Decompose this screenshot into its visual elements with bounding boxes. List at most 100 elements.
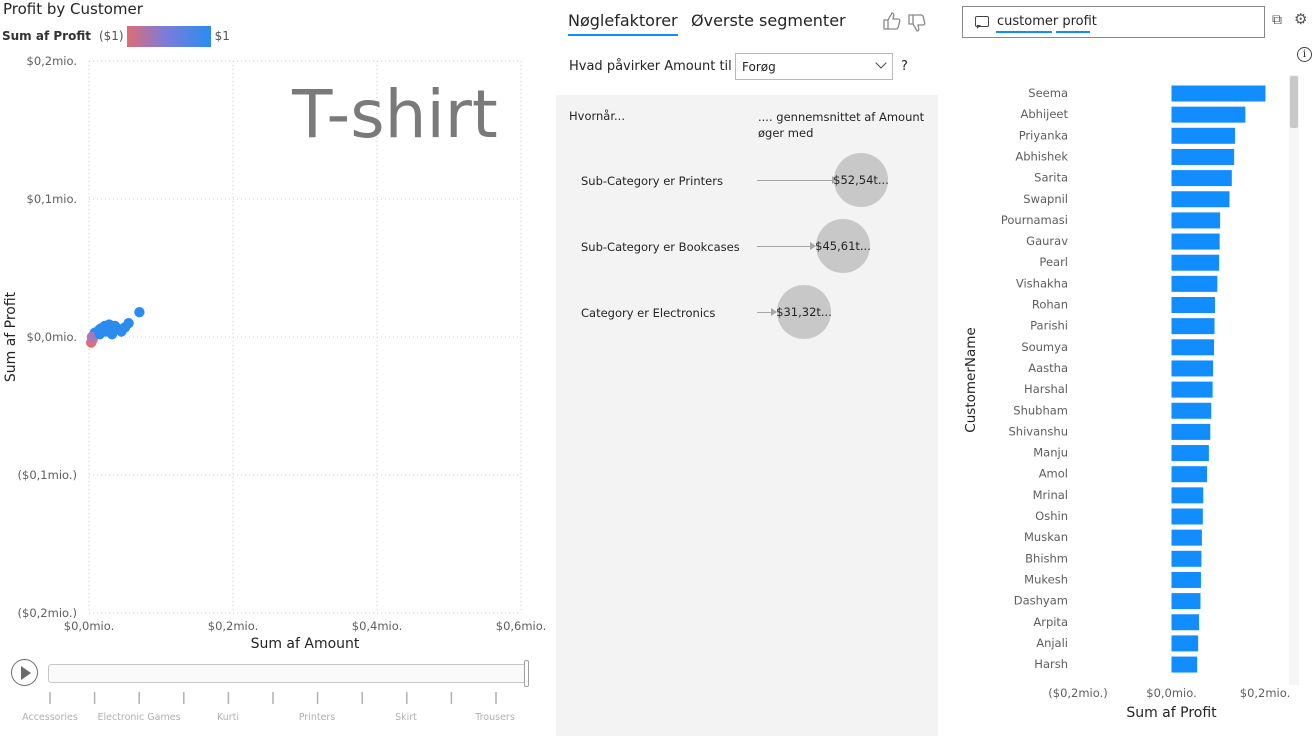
qa-query-text[interactable]: customer profit: [997, 14, 1097, 29]
y-tick-label: $0,1mio.: [27, 192, 78, 206]
category-label: Vishakha: [1016, 276, 1068, 290]
influencer-arrow: [757, 246, 813, 247]
turn-into-visual-icon[interactable]: ⧉: [1272, 12, 1282, 28]
x-tick-label: $0,4mio.: [352, 619, 403, 633]
influencer-bubble[interactable]: $31,32t...: [777, 285, 831, 339]
bar: [1171, 212, 1221, 229]
dropdown-value: Forøg: [742, 60, 776, 74]
scrollbar-thumb[interactable]: [1290, 76, 1298, 128]
category-label: Shubham: [1013, 403, 1068, 417]
bar: [1171, 571, 1201, 588]
bar: [1171, 402, 1212, 419]
tab-key-factors[interactable]: Nøglefaktorer: [568, 11, 678, 36]
play-axis-label: Accessories: [22, 712, 78, 723]
category-label: Pournamasi: [1001, 213, 1068, 227]
bar: [1171, 275, 1218, 292]
bar: [1171, 423, 1211, 440]
x-tick-label: $0,2mio.: [208, 619, 259, 633]
x-axis-title: Sum af Profit: [1126, 705, 1217, 721]
bar: [1171, 191, 1230, 208]
category-label: Seema: [1028, 86, 1068, 100]
play-axis-label: Electronic Games: [97, 712, 180, 723]
play-axis-watermark: T-shirt: [291, 76, 498, 153]
bar: [1171, 593, 1201, 610]
category-label: Oshin: [1035, 509, 1068, 523]
bar: [1171, 550, 1202, 567]
bar: [1171, 614, 1200, 631]
play-axis-label: Skirt: [395, 712, 417, 723]
play-axis-label: Kurti: [217, 712, 239, 723]
play-axis-handle[interactable]: [524, 660, 529, 687]
bar: [1171, 85, 1266, 102]
influencer-label[interactable]: Sub-Category er Bookcases: [581, 240, 740, 254]
category-label: Gaurav: [1026, 234, 1068, 248]
scatter-point: [123, 318, 134, 329]
col-when-header: Hvornår...: [569, 109, 625, 123]
bar: [1171, 148, 1235, 165]
scatter-point: [134, 306, 145, 318]
play-axis-ticks: Accessories Electronic Games Kurti Printers…: [22, 692, 515, 723]
bar: [1171, 635, 1199, 652]
category-label: Mukesh: [1024, 572, 1068, 586]
category-label: Parishi: [1030, 319, 1068, 333]
category-label: Pearl: [1039, 255, 1068, 269]
category-label: Anjali: [1036, 636, 1068, 650]
influencer-bubble[interactable]: $45,61t...: [816, 219, 870, 273]
category-label: Dashyam: [1014, 594, 1068, 608]
bar: [1171, 127, 1236, 144]
play-icon: [21, 666, 31, 680]
chat-icon: [975, 16, 989, 29]
play-axis-label: Trousers: [474, 712, 515, 723]
play-axis-slider[interactable]: [48, 664, 529, 683]
thumbs-up-icon[interactable]: [881, 10, 903, 32]
tab-top-segments[interactable]: Øverste segmenter: [691, 11, 846, 30]
category-label: Soumya: [1021, 340, 1068, 354]
direction-dropdown[interactable]: Forøg: [735, 53, 893, 80]
col-avg-header: .... gennemsnittet af Amount øger med: [758, 110, 925, 140]
bar: [1171, 466, 1208, 483]
bar-chart[interactable]: Seema Abhijeet Priyanka Abhishek Sarita Swapn…: [940, 70, 1290, 740]
scatter-chart[interactable]: $0,0mio. $0,2mio. $0,4mio. $0,6mio. $0,2mio.…: [0, 0, 560, 660]
influencer-label[interactable]: Sub-Category er Printers: [581, 174, 723, 188]
category-label: Manju: [1033, 446, 1068, 460]
category-label: Muskan: [1024, 530, 1068, 544]
scrollbar[interactable]: [1289, 75, 1299, 685]
term-underline: [1056, 31, 1090, 33]
bar: [1171, 297, 1215, 313]
x-tick-label: $0,2mio.: [1240, 686, 1290, 700]
category-label: Harsh: [1034, 657, 1068, 671]
y-tick-label: $0,2mio.: [27, 54, 78, 68]
influencer-label[interactable]: Category er Electronics: [581, 306, 715, 320]
x-tick-label: ($0,2mio.): [1048, 686, 1107, 700]
thumbs-down-icon[interactable]: [906, 12, 928, 34]
scatter-point: [94, 329, 106, 340]
bar: [1171, 508, 1203, 525]
question-label: Hvad påvirker Amount til: [569, 59, 732, 74]
gear-icon[interactable]: ⚙: [1294, 10, 1307, 28]
play-button[interactable]: [11, 659, 38, 686]
x-tick-label: $0,0mio.: [1146, 686, 1197, 700]
category-label: Abhishek: [1015, 149, 1068, 163]
bar: [1171, 233, 1220, 250]
scatter-point: [106, 329, 118, 340]
influencer-arrow: [757, 180, 835, 181]
category-label: Mrinal: [1033, 488, 1068, 502]
y-axis-title: Sum af Profit: [3, 291, 19, 382]
category-label: Shivanshu: [1009, 424, 1069, 438]
info-icon[interactable]: i: [1297, 47, 1312, 62]
bar: [1171, 106, 1246, 123]
x-tick-label: $0,0mio.: [64, 619, 115, 633]
category-label: Rohan: [1032, 298, 1068, 312]
category-label: Harshal: [1024, 382, 1068, 396]
category-label: Swapnil: [1023, 192, 1068, 206]
bar: [1171, 487, 1204, 504]
play-axis-label: Printers: [299, 712, 336, 723]
influencer-bubble[interactable]: $52,54t...: [834, 153, 888, 207]
help-button[interactable]: ?: [901, 59, 908, 74]
bar: [1171, 170, 1232, 187]
bar: [1171, 360, 1214, 377]
bar: [1171, 656, 1198, 673]
bar: [1171, 254, 1220, 271]
bar: [1171, 381, 1213, 398]
category-label: Arpita: [1033, 615, 1068, 629]
